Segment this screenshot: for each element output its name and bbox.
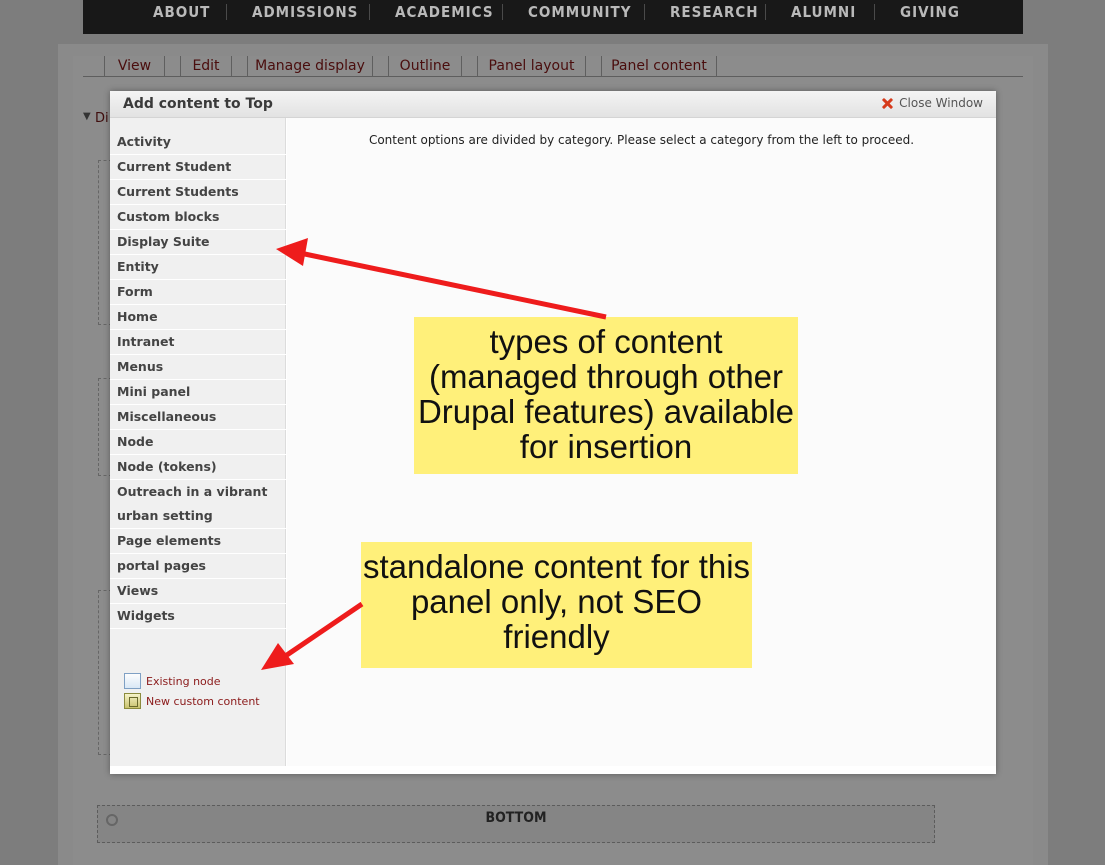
modal-header: Add content to Top Close Window — [110, 91, 996, 118]
category-portal-pages[interactable]: portal pages — [110, 554, 286, 579]
category-activity[interactable]: Activity — [110, 130, 286, 155]
category-mini-panel[interactable]: Mini panel — [110, 380, 286, 405]
category-form[interactable]: Form — [110, 280, 286, 305]
top-navigation: ABOUT ADMISSIONS ACADEMICS COMMUNITY RES… — [83, 0, 1023, 34]
category-list: Activity Current Student Current Student… — [110, 130, 286, 629]
tab-manage-display[interactable]: Manage display — [247, 56, 373, 77]
nav-item-community[interactable]: COMMUNITY — [528, 0, 631, 24]
category-custom-blocks[interactable]: Custom blocks — [110, 205, 286, 230]
tab-panel-content[interactable]: Panel content — [601, 56, 717, 77]
category-display-suite[interactable]: Display Suite — [110, 230, 286, 255]
category-entity[interactable]: Entity — [110, 255, 286, 280]
nav-item-research[interactable]: RESEARCH — [670, 0, 759, 24]
callout-custom-content: standalone content for this panel only, … — [361, 542, 752, 668]
category-page-elements[interactable]: Page elements — [110, 529, 286, 554]
category-node-tokens[interactable]: Node (tokens) — [110, 455, 286, 480]
existing-node-label: Existing node — [146, 674, 221, 688]
content-actions: Existing node New custom content — [124, 671, 260, 711]
category-outreach[interactable]: Outreach in a vibrant urban setting — [110, 480, 286, 529]
existing-node-link[interactable]: Existing node — [124, 671, 260, 691]
category-sidebar: Activity Current Student Current Student… — [110, 118, 286, 766]
category-widgets[interactable]: Widgets — [110, 604, 286, 629]
tab-outline[interactable]: Outline — [388, 56, 462, 77]
custom-content-icon — [124, 693, 141, 709]
category-intranet[interactable]: Intranet — [110, 330, 286, 355]
nav-separator — [369, 4, 370, 20]
nav-item-alumni[interactable]: ALUMNI — [791, 0, 856, 24]
node-icon — [124, 673, 141, 689]
category-views[interactable]: Views — [110, 579, 286, 604]
category-home[interactable]: Home — [110, 305, 286, 330]
nav-separator — [644, 4, 645, 20]
local-tabs: View Edit Manage display Outline Panel l… — [83, 56, 1023, 77]
nav-separator — [226, 4, 227, 20]
nav-item-academics[interactable]: ACADEMICS — [395, 0, 494, 24]
nav-item-giving[interactable]: GIVING — [900, 0, 960, 24]
category-current-student[interactable]: Current Student — [110, 155, 286, 180]
bottom-region-label: BOTTOM — [485, 810, 547, 826]
new-custom-content-link[interactable]: New custom content — [124, 691, 260, 711]
category-current-students[interactable]: Current Students — [110, 180, 286, 205]
modal-title: Add content to Top — [123, 96, 273, 112]
callout-content-types: types of content (managed through other … — [414, 317, 798, 474]
close-icon — [881, 97, 894, 110]
tab-panel-layout[interactable]: Panel layout — [477, 56, 586, 77]
nav-item-admissions[interactable]: ADMISSIONS — [252, 0, 358, 24]
collapse-triangle-icon[interactable]: ▼ — [83, 111, 91, 122]
close-window-button[interactable]: Close Window — [881, 96, 983, 110]
display-settings-fragment: Di — [95, 111, 109, 126]
tab-view[interactable]: View — [104, 56, 165, 77]
tab-edit[interactable]: Edit — [180, 56, 232, 77]
category-menus[interactable]: Menus — [110, 355, 286, 380]
new-custom-content-label: New custom content — [146, 694, 260, 708]
close-window-label: Close Window — [899, 96, 983, 110]
nav-separator — [502, 4, 503, 20]
category-miscellaneous[interactable]: Miscellaneous — [110, 405, 286, 430]
nav-separator — [874, 4, 875, 20]
category-instruction: Content options are divided by category.… — [368, 133, 915, 147]
nav-separator — [765, 4, 766, 20]
panel-region-bottom: BOTTOM — [97, 805, 935, 843]
category-node[interactable]: Node — [110, 430, 286, 455]
nav-item-about[interactable]: ABOUT — [153, 0, 210, 24]
